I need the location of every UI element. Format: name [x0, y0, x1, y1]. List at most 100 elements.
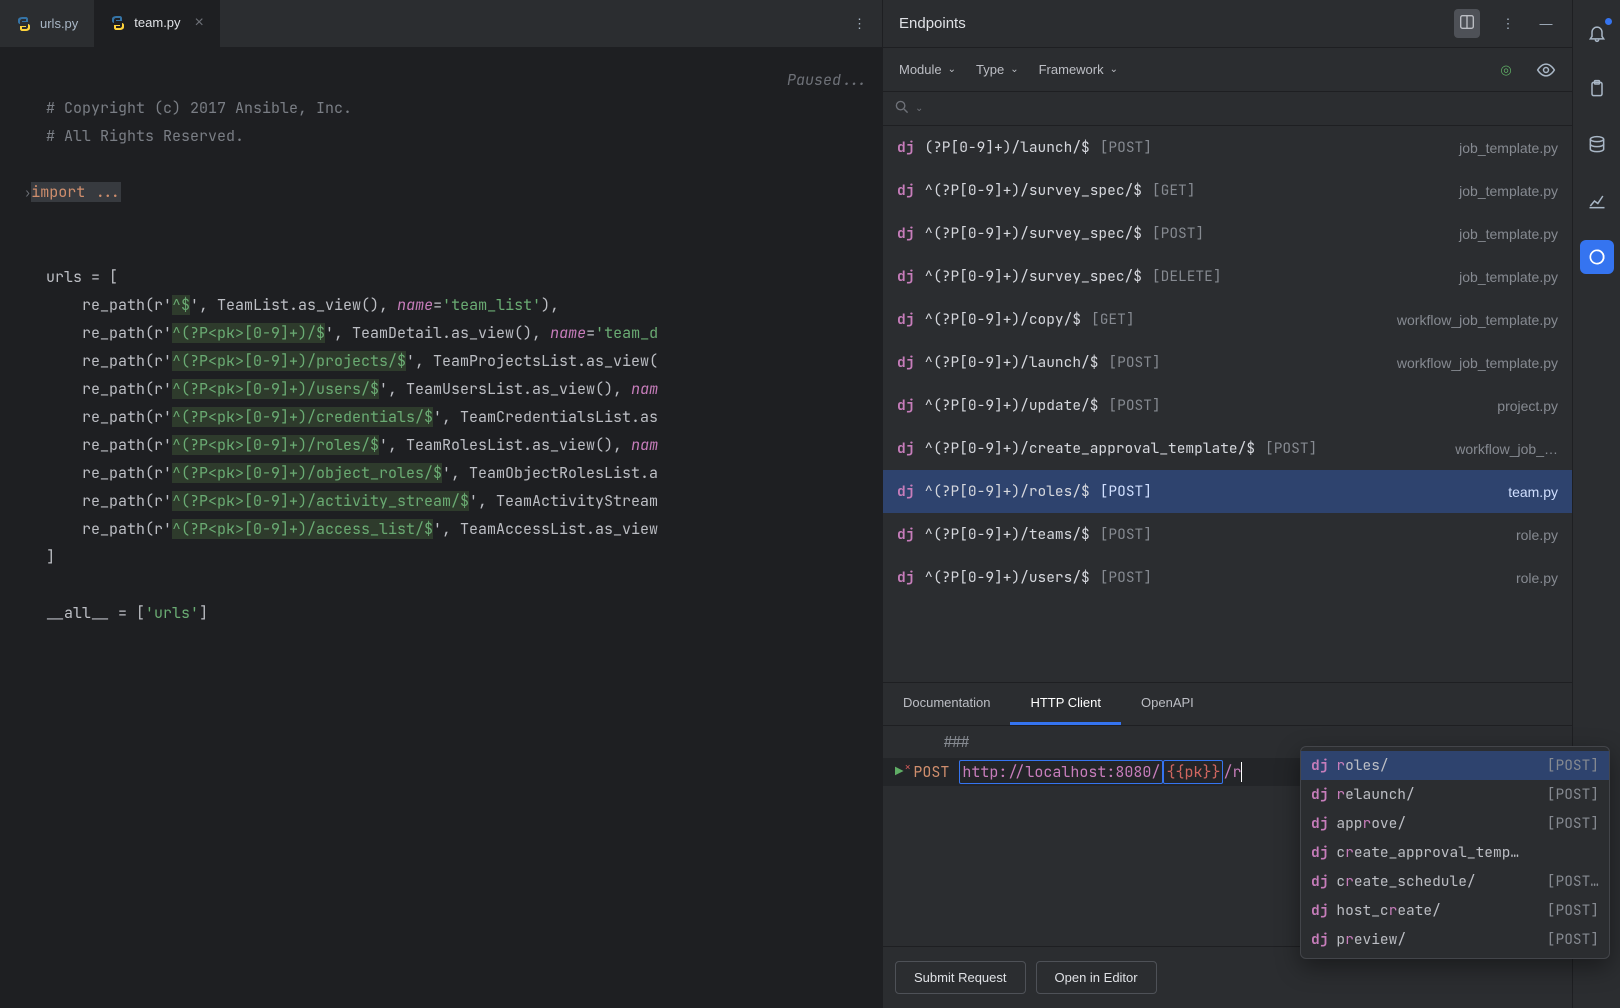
- endpoint-file: role.py: [1516, 527, 1558, 543]
- submit-request-button[interactable]: Submit Request: [895, 961, 1026, 994]
- tab-team[interactable]: team.py ×: [94, 0, 220, 48]
- framework-badge: dj: [1311, 756, 1328, 775]
- framework-badge: dj: [897, 525, 914, 544]
- endpoint-row[interactable]: dj^(?P[0-9]+)/copy/$ [GET]workflow_job_t…: [883, 298, 1572, 341]
- tab-openapi[interactable]: OpenAPI: [1121, 683, 1214, 725]
- http-url-variable[interactable]: {{pk}}: [1163, 760, 1223, 784]
- code-text: urls = [: [46, 267, 118, 287]
- endpoint-row[interactable]: dj^(?P[0-9]+)/launch/$ [POST]workflow_jo…: [883, 341, 1572, 384]
- autocomplete-item[interactable]: djapprove/[POST]: [1301, 809, 1609, 838]
- code-editor[interactable]: Paused... # Copyright (c) 2017 Ansible, …: [0, 48, 882, 1008]
- more-icon[interactable]: ⋮: [1498, 14, 1518, 34]
- framework-badge: dj: [1311, 930, 1328, 949]
- endpoint-file: job_template.py: [1459, 226, 1558, 242]
- open-in-editor-button[interactable]: Open in Editor: [1036, 961, 1157, 994]
- run-icon[interactable]: ▶✕: [895, 763, 903, 781]
- tab-documentation[interactable]: Documentation: [883, 683, 1010, 725]
- preview-icon[interactable]: [1454, 9, 1480, 38]
- endpoint-path: ^(?P[0-9]+)/survey_spec/$: [924, 267, 1142, 286]
- endpoint-file: workflow_job_template.py: [1397, 355, 1558, 371]
- endpoint-method: [GET]: [1152, 181, 1196, 200]
- endpoint-file: project.py: [1497, 398, 1558, 414]
- endpoint-file: job_template.py: [1459, 269, 1558, 285]
- endpoint-method: [POST]: [1265, 439, 1317, 458]
- panel-title: Endpoints: [899, 15, 1454, 32]
- framework-badge: dj: [897, 396, 914, 415]
- autocomplete-item[interactable]: djroles/[POST]: [1301, 751, 1609, 780]
- endpoint-row[interactable]: dj^(?P[0-9]+)/teams/$ [POST]role.py: [883, 513, 1572, 556]
- framework-badge: dj: [1311, 843, 1328, 862]
- endpoint-method: [POST]: [1108, 353, 1160, 372]
- endpoint-path: ^(?P[0-9]+)/create_approval_template/$: [924, 439, 1255, 458]
- framework-badge: dj: [897, 482, 914, 501]
- endpoint-row[interactable]: dj^(?P[0-9]+)/survey_spec/$ [GET]job_tem…: [883, 169, 1572, 212]
- tab-label: urls.py: [40, 16, 78, 31]
- autocomplete-item[interactable]: djrelaunch/[POST]: [1301, 780, 1609, 809]
- endpoint-row[interactable]: dj ^(?P[0-9]+)/create_approval_template/$…: [883, 427, 1572, 470]
- endpoint-path: (?P[0-9]+)/launch/$: [924, 138, 1089, 157]
- tab-label: team.py: [134, 15, 180, 30]
- filter-framework[interactable]: Framework ⌄: [1039, 62, 1118, 77]
- endpoint-row[interactable]: dj ^(?P[0-9]+)/survey_spec/$ [POST] job_te…: [883, 212, 1572, 255]
- clipboard-icon[interactable]: [1580, 72, 1614, 106]
- endpoint-method: [POST]: [1100, 138, 1152, 157]
- endpoint-path: ^(?P[0-9]+)/launch/$: [924, 353, 1098, 372]
- tab-http-client[interactable]: HTTP Client: [1010, 683, 1121, 725]
- search-bar[interactable]: ⌄: [883, 92, 1572, 126]
- endpoint-file: role.py: [1516, 570, 1558, 586]
- code-text: __all__ = ['urls']: [46, 603, 208, 623]
- endpoint-path: ^(?P[0-9]+)/update/$: [924, 396, 1098, 415]
- close-icon[interactable]: ×: [195, 14, 204, 32]
- http-url-host[interactable]: http://localhost:8080/: [959, 760, 1163, 784]
- autocomplete-method: [POST]: [1547, 785, 1599, 804]
- eye-icon[interactable]: [1536, 60, 1556, 80]
- code-comment: # All Rights Reserved.: [46, 126, 244, 146]
- framework-badge: dj: [897, 267, 914, 286]
- minimize-icon[interactable]: —: [1536, 14, 1556, 34]
- endpoint-row[interactable]: dj ^(?P[0-9]+)/survey_spec/$ [DELETE] job_…: [883, 255, 1572, 298]
- database-icon[interactable]: [1580, 128, 1614, 162]
- http-method: POST: [913, 762, 949, 782]
- chart-icon[interactable]: [1580, 184, 1614, 218]
- autocomplete-item[interactable]: djpreview/[POST]: [1301, 925, 1609, 954]
- autocomplete-item[interactable]: djhost_create/[POST]: [1301, 896, 1609, 925]
- target-icon[interactable]: ◎: [1496, 60, 1516, 80]
- framework-badge: dj: [897, 568, 914, 587]
- framework-badge: dj: [897, 439, 914, 458]
- framework-badge: dj: [1311, 901, 1328, 920]
- autocomplete-method: [POST]: [1547, 901, 1599, 920]
- endpoint-method: [POST]: [1152, 224, 1204, 243]
- endpoints-tool-icon[interactable]: [1580, 240, 1614, 274]
- editor-tabs: urls.py team.py × ⋮: [0, 0, 882, 48]
- framework-badge: dj: [897, 310, 914, 329]
- python-icon: [16, 16, 32, 32]
- autocomplete-item[interactable]: djcreate_schedule/[POST…: [1301, 867, 1609, 896]
- autocomplete-popup: djroles/[POST]djrelaunch/[POST]djapprove…: [1300, 746, 1610, 959]
- endpoint-path: ^(?P[0-9]+)/survey_spec/$: [924, 224, 1142, 243]
- endpoint-row[interactable]: dj^(?P[0-9]+)/update/$ [POST]project.py: [883, 384, 1572, 427]
- autocomplete-method: [POST]: [1547, 756, 1599, 775]
- endpoint-row[interactable]: dj^(?P[0-9]+)/roles/$ [POST]team.py: [883, 470, 1572, 513]
- tab-more-icon[interactable]: ⋮: [837, 16, 882, 32]
- endpoint-row[interactable]: dj ^(?P[0-9]+)/users/$ [POST] role.py: [883, 556, 1572, 599]
- endpoint-file: job_template.py: [1459, 183, 1558, 199]
- endpoint-method: [POST]: [1100, 525, 1152, 544]
- framework-badge: dj: [897, 181, 914, 200]
- endpoint-path: ^(?P[0-9]+)/users/$: [924, 568, 1089, 587]
- endpoint-path: ^(?P[0-9]+)/roles/$: [924, 482, 1089, 501]
- filter-type[interactable]: Type ⌄: [976, 62, 1019, 77]
- autocomplete-method: [POST…: [1547, 872, 1599, 891]
- endpoint-method: [DELETE]: [1152, 267, 1222, 286]
- paused-indicator: Paused...: [787, 66, 868, 94]
- framework-badge: dj: [1311, 785, 1328, 804]
- framework-badge: dj: [897, 224, 914, 243]
- endpoint-method: [GET]: [1091, 310, 1135, 329]
- autocomplete-item[interactable]: djcreate_approval_temp…: [1301, 838, 1609, 867]
- notifications-icon[interactable]: [1580, 16, 1614, 50]
- tab-urls[interactable]: urls.py: [0, 0, 94, 48]
- endpoint-file: workflow_job_template.py: [1397, 312, 1558, 328]
- endpoint-file: team.py: [1508, 484, 1558, 500]
- endpoint-row[interactable]: dj(?P[0-9]+)/launch/$ [POST]job_template…: [883, 126, 1572, 169]
- filter-module[interactable]: Module ⌄: [899, 62, 956, 77]
- endpoint-method: [POST]: [1100, 568, 1152, 587]
